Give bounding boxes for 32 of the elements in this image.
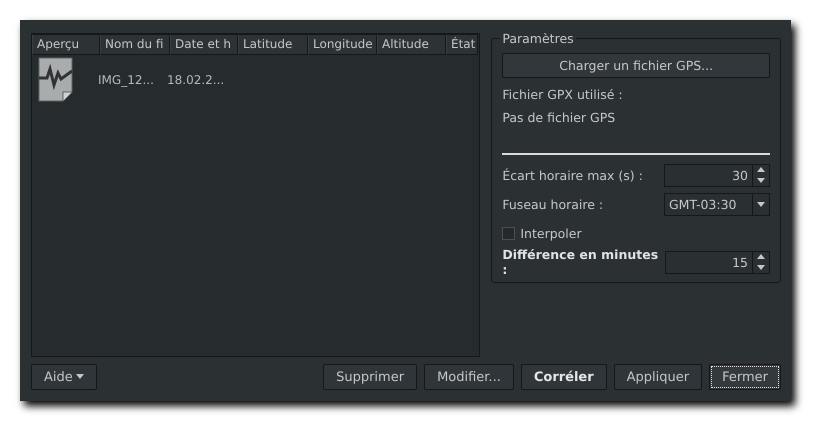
dialog-button[interactable]: Corréler <box>520 364 607 390</box>
checkbox[interactable] <box>502 226 516 240</box>
dialog-button[interactable]: Appliquer <box>614 364 702 390</box>
column-header[interactable]: Aperçu <box>32 34 100 55</box>
interpolate-checkbox[interactable]: Interpoler <box>502 226 582 240</box>
dropdown-arrow-icon[interactable] <box>757 202 765 206</box>
dialog-button[interactable]: Fermer <box>709 364 781 390</box>
column-header[interactable]: Date et h <box>170 34 238 55</box>
help-menu-button[interactable]: Aide <box>31 364 97 390</box>
field-label: Écart horaire max (s) : <box>502 168 643 182</box>
dialog-button[interactable]: Supprimer <box>323 364 418 390</box>
image-file-icon <box>38 56 74 104</box>
field-label: Fuseau horaire : <box>502 196 604 212</box>
date-cell: 18.02.2... <box>167 73 224 87</box>
gpx-label: Fichier GPX utilisé : <box>502 87 624 101</box>
field-label: Différence en minutes : <box>502 247 660 277</box>
gpx-value: Pas de fichier GPS <box>502 110 616 124</box>
file-name: IMG_12... <box>98 73 155 87</box>
column-header[interactable]: État <box>446 34 478 55</box>
group-title: Paramètres <box>500 31 576 46</box>
spin-field[interactable]: 30 <box>664 164 770 186</box>
spin-arrows-icon[interactable] <box>757 254 765 270</box>
column-header[interactable]: Latitude <box>238 34 308 55</box>
column-header[interactable]: Longitude <box>308 34 377 55</box>
column-header[interactable]: Nom du fi <box>100 34 170 55</box>
caret-icon <box>76 374 84 380</box>
timezone-dropdown[interactable]: GMT-03:30 <box>664 192 770 216</box>
column-header[interactable]: Altitude <box>377 34 446 55</box>
load-gps-button[interactable]: Charger un fichier GPS... <box>502 53 770 78</box>
spin-arrows-icon[interactable] <box>757 167 765 183</box>
dialog-button[interactable]: Modifier... <box>424 364 514 390</box>
spin-field[interactable]: 15 <box>665 250 770 274</box>
